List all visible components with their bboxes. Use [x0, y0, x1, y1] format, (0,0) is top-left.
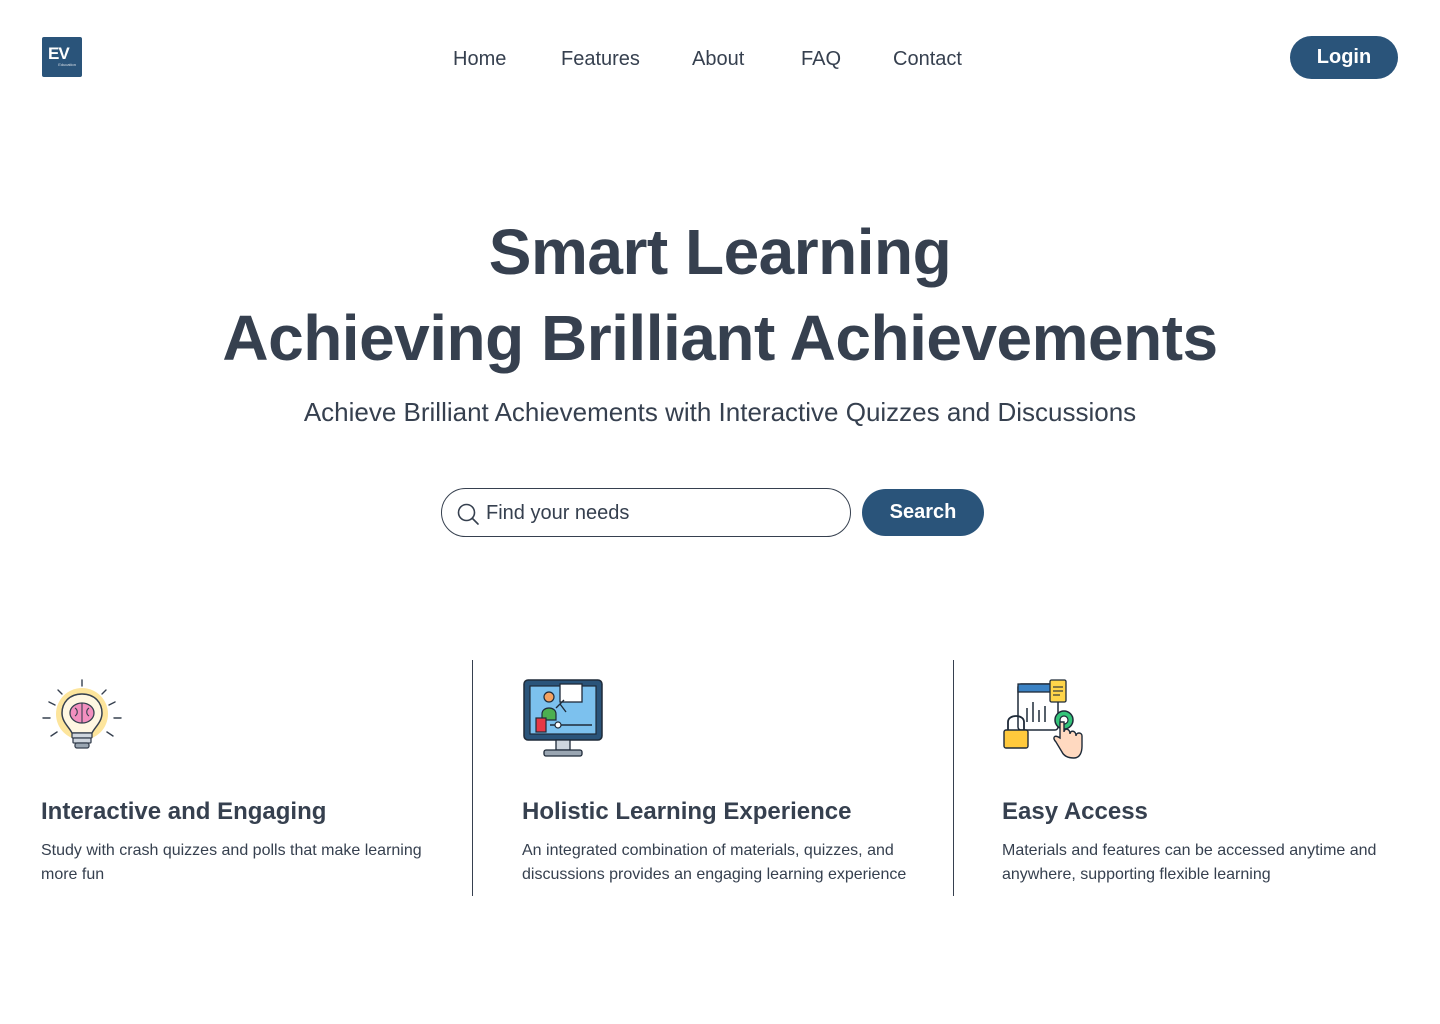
- feature-card-interactive: Interactive and Engaging Study with cras…: [41, 678, 441, 887]
- nav-about-link[interactable]: About: [692, 45, 744, 73]
- feature-title: Holistic Learning Experience: [522, 798, 852, 825]
- feature-description: Study with crash quizzes and polls that …: [41, 842, 422, 883]
- hero-subtitle: Achieve Brilliant Achievements with Inte…: [303, 397, 1137, 427]
- search-icon: [457, 503, 479, 525]
- nav-contact-link[interactable]: Contact: [893, 45, 962, 73]
- lightbulb-brain-icon: [42, 679, 122, 749]
- hero-title-line2: Achieving Brilliant Achievements: [222, 302, 1218, 374]
- search-button[interactable]: Search: [862, 489, 984, 536]
- feature-title: Easy Access: [1002, 798, 1148, 825]
- feature-card-holistic: Holistic Learning Experience An integrat…: [522, 678, 922, 887]
- access-touch-icon: [1003, 679, 1083, 759]
- feature-description: Materials and features can be accessed a…: [1002, 842, 1377, 883]
- nav-faq-link[interactable]: FAQ: [801, 45, 841, 73]
- main-nav: Home Features About FAQ Contact: [0, 45, 1440, 73]
- nav-features-link[interactable]: Features: [561, 45, 640, 73]
- feature-card-access: Easy Access Materials and features can b…: [1002, 678, 1402, 887]
- feature-divider: [472, 660, 473, 896]
- feature-title: Interactive and Engaging: [41, 798, 327, 825]
- search-input[interactable]: [486, 495, 836, 531]
- search-bar: [441, 488, 851, 537]
- login-button[interactable]: Login: [1290, 36, 1398, 79]
- feature-divider: [953, 660, 954, 896]
- feature-description: An integrated combination of materials, …: [522, 842, 907, 883]
- monitor-teacher-icon: [523, 679, 603, 757]
- nav-home-link[interactable]: Home: [453, 45, 506, 73]
- hero-title-line1: Smart Learning: [488, 216, 952, 288]
